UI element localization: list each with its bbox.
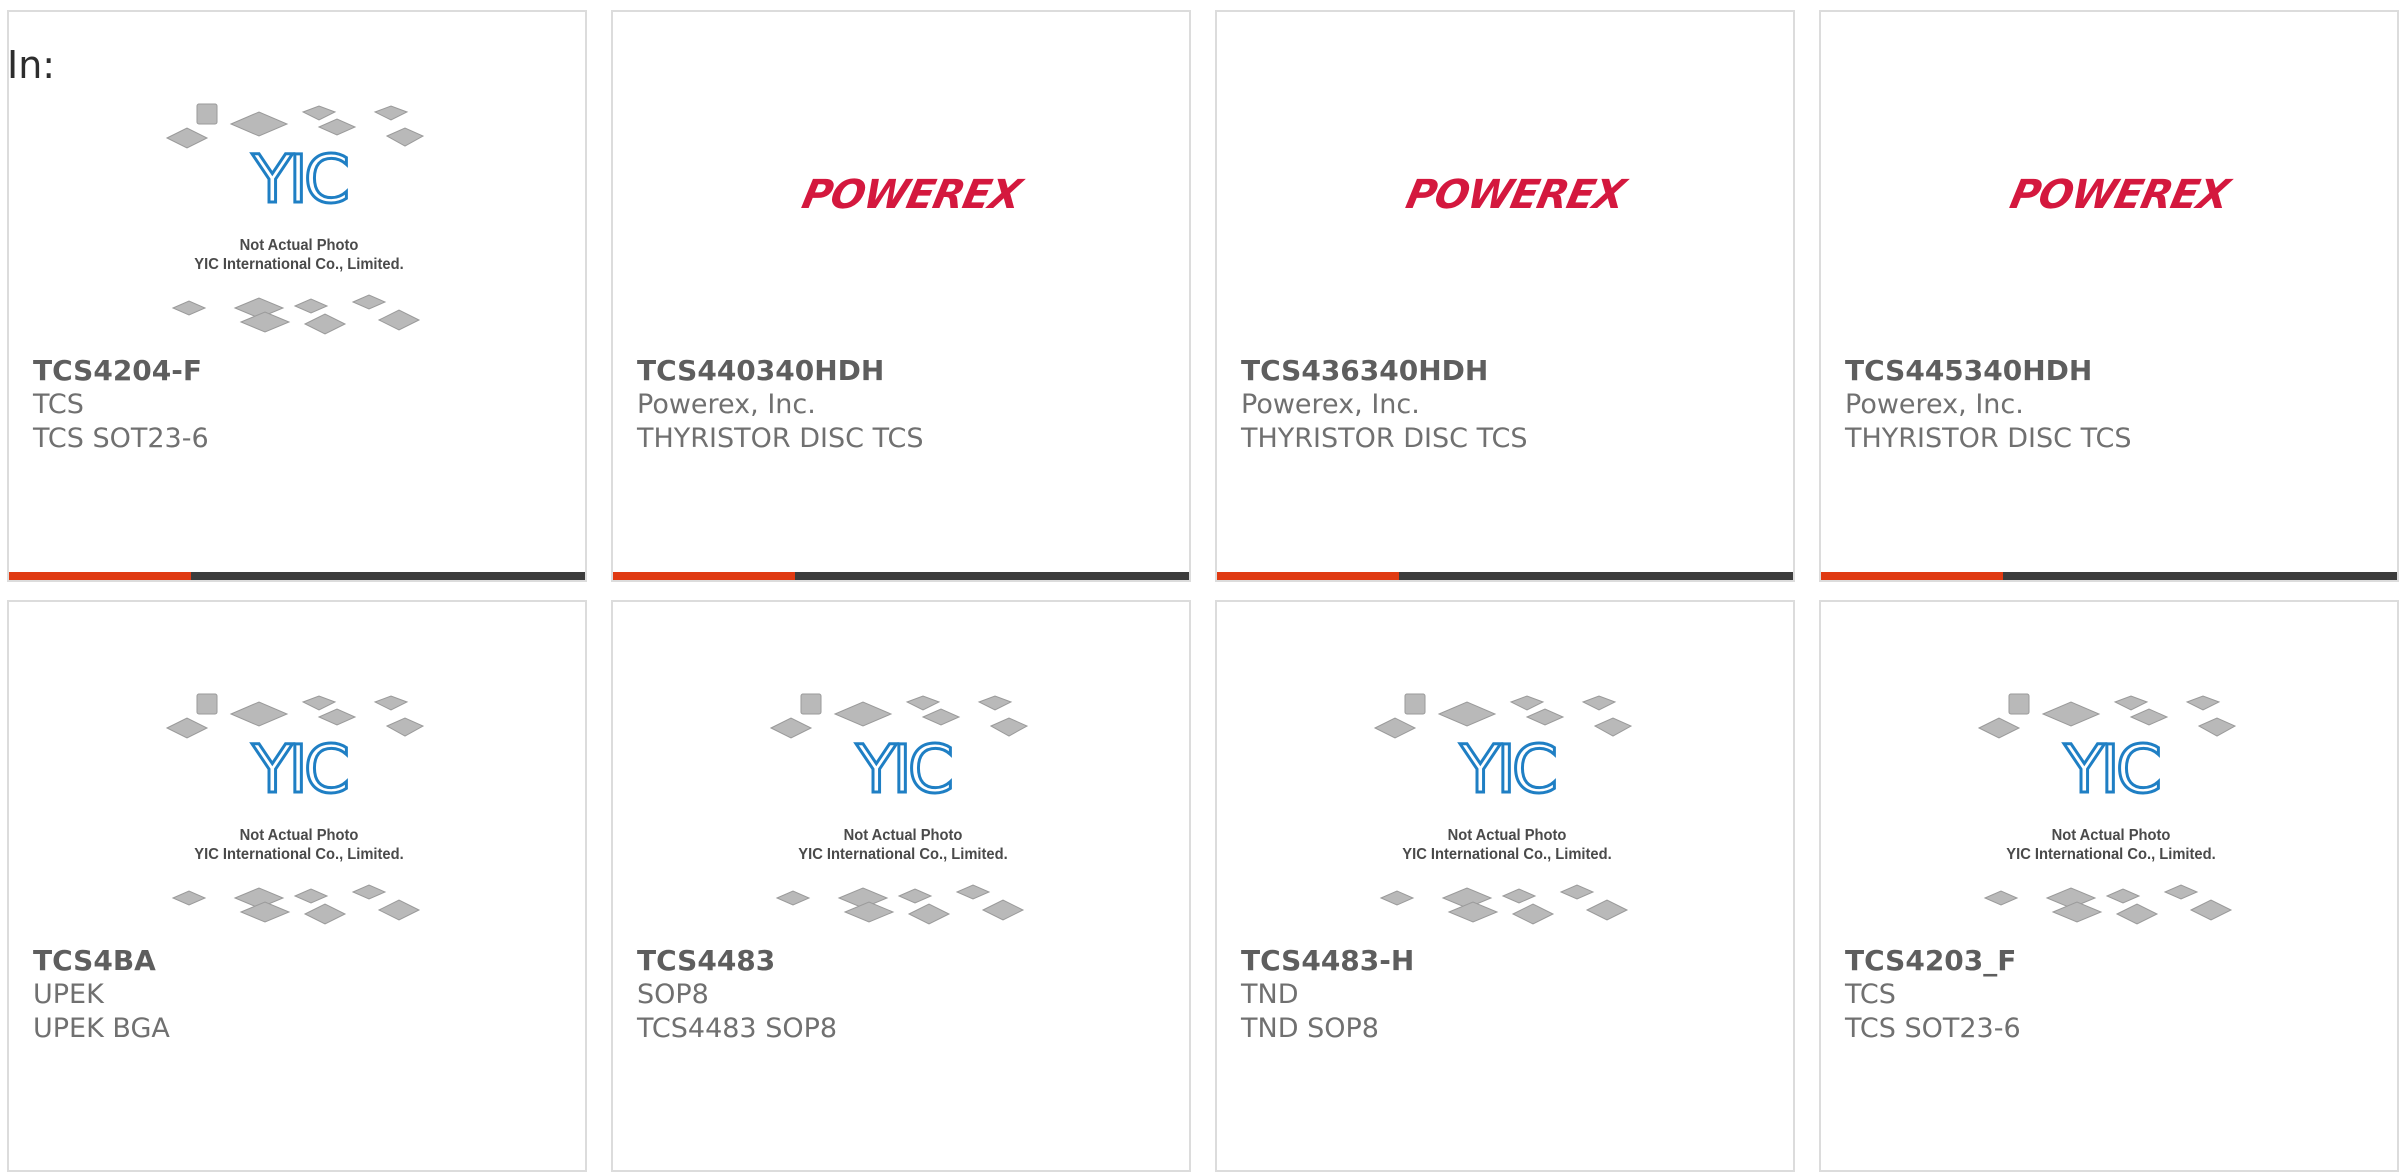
description: TCS SOT23-6: [33, 423, 209, 454]
product-card[interactable]: POWEREX TCS445340HDH Powerex, Inc. THYRI…: [1819, 10, 2399, 582]
description: TCS4483 SOP8: [637, 1013, 838, 1044]
powerex-logo: POWEREX: [1821, 12, 2397, 352]
manufacturer: TCS: [1845, 979, 1896, 1010]
description: UPEK BGA: [33, 1013, 170, 1044]
manufacturer: Powerex, Inc.: [1241, 389, 1420, 420]
placeholder-photo: YIC Not Actual Photo YIC International C…: [1217, 602, 1793, 942]
placeholder-caption-1: Not Actual Photo: [843, 827, 963, 844]
manufacturer: SOP8: [637, 979, 709, 1010]
description: THYRISTOR DISC TCS: [1241, 423, 1528, 454]
svg-text:YIC: YIC: [855, 731, 951, 808]
manufacturer: Powerex, Inc.: [637, 389, 816, 420]
filter-label: In:: [7, 43, 56, 87]
placeholder-caption-2: YIC International Co., Limited.: [194, 846, 404, 863]
card-bar-accent: [1821, 572, 2003, 580]
part-number[interactable]: TCS4BA: [33, 944, 156, 978]
powerex-logo-text: POWEREX: [798, 172, 1025, 218]
powerex-logo-text: POWEREX: [1402, 172, 1629, 218]
placeholder-caption-2: YIC International Co., Limited.: [194, 256, 404, 273]
description: TND SOP8: [1241, 1013, 1379, 1044]
chip-packages-icon: YIC: [165, 103, 425, 335]
chip-packages-icon: YIC: [769, 693, 1029, 925]
manufacturer: Powerex, Inc.: [1845, 389, 2024, 420]
placeholder-caption-2: YIC International Co., Limited.: [2006, 846, 2216, 863]
part-number[interactable]: TCS4483-H: [1241, 944, 1414, 978]
svg-text:YIC: YIC: [2063, 731, 2159, 808]
svg-text:YIC: YIC: [1459, 731, 1555, 808]
placeholder-caption-1: Not Actual Photo: [2051, 827, 2171, 844]
placeholder-caption-1: Not Actual Photo: [239, 827, 359, 844]
chip-packages-icon: YIC: [165, 693, 425, 925]
card-bar-accent: [1217, 572, 1399, 580]
part-number[interactable]: TCS4483: [637, 944, 775, 978]
placeholder-photo: YIC Not Actual Photo YIC International C…: [613, 602, 1189, 942]
description: THYRISTOR DISC TCS: [1845, 423, 2132, 454]
manufacturer: TCS: [33, 389, 84, 420]
description: TCS SOT23-6: [1845, 1013, 2021, 1044]
card-bar: [9, 572, 585, 580]
placeholder-caption-2: YIC International Co., Limited.: [798, 846, 1008, 863]
part-number[interactable]: TCS4203_F: [1845, 944, 2016, 978]
product-card[interactable]: YIC Not Actual Photo YIC International C…: [7, 10, 587, 582]
product-card[interactable]: POWEREX TCS440340HDH Powerex, Inc. THYRI…: [611, 10, 1191, 582]
svg-text:YIC: YIC: [251, 731, 347, 808]
placeholder-photo: YIC Not Actual Photo YIC International C…: [9, 12, 585, 352]
product-card[interactable]: YIC Not Actual Photo YIC International C…: [1819, 600, 2399, 1172]
product-card[interactable]: POWEREX TCS436340HDH Powerex, Inc. THYRI…: [1215, 10, 1795, 582]
product-card[interactable]: YIC Not Actual Photo YIC International C…: [611, 600, 1191, 1172]
placeholder-caption-1: Not Actual Photo: [239, 237, 359, 254]
manufacturer: UPEK: [33, 979, 104, 1010]
card-bar: [613, 572, 1189, 580]
card-bar: [1821, 572, 2397, 580]
placeholder-caption-2: YIC International Co., Limited.: [1402, 846, 1612, 863]
card-bar: [1217, 572, 1793, 580]
part-number[interactable]: TCS4204-F: [33, 354, 202, 388]
svg-text:YIC: YIC: [251, 141, 347, 218]
card-bar-accent: [9, 572, 191, 580]
placeholder-caption-1: Not Actual Photo: [1447, 827, 1567, 844]
powerex-logo-text: POWEREX: [2006, 172, 2233, 218]
product-card[interactable]: YIC Not Actual Photo YIC International C…: [1215, 600, 1795, 1172]
placeholder-photo: YIC Not Actual Photo YIC International C…: [1821, 602, 2397, 942]
manufacturer: TND: [1241, 979, 1299, 1010]
part-number[interactable]: TCS445340HDH: [1845, 354, 2092, 388]
description: THYRISTOR DISC TCS: [637, 423, 924, 454]
chip-packages-icon: YIC: [1373, 693, 1633, 925]
product-grid: YIC Not Actual Photo YIC International C…: [0, 0, 2400, 1172]
powerex-logo: POWEREX: [1217, 12, 1793, 352]
placeholder-photo: YIC Not Actual Photo YIC International C…: [9, 602, 585, 942]
part-number[interactable]: TCS440340HDH: [637, 354, 884, 388]
chip-packages-icon: YIC: [1977, 693, 2237, 925]
powerex-logo: POWEREX: [613, 12, 1189, 352]
part-number[interactable]: TCS436340HDH: [1241, 354, 1488, 388]
card-bar-accent: [613, 572, 795, 580]
product-card[interactable]: YIC Not Actual Photo YIC International C…: [7, 600, 587, 1172]
